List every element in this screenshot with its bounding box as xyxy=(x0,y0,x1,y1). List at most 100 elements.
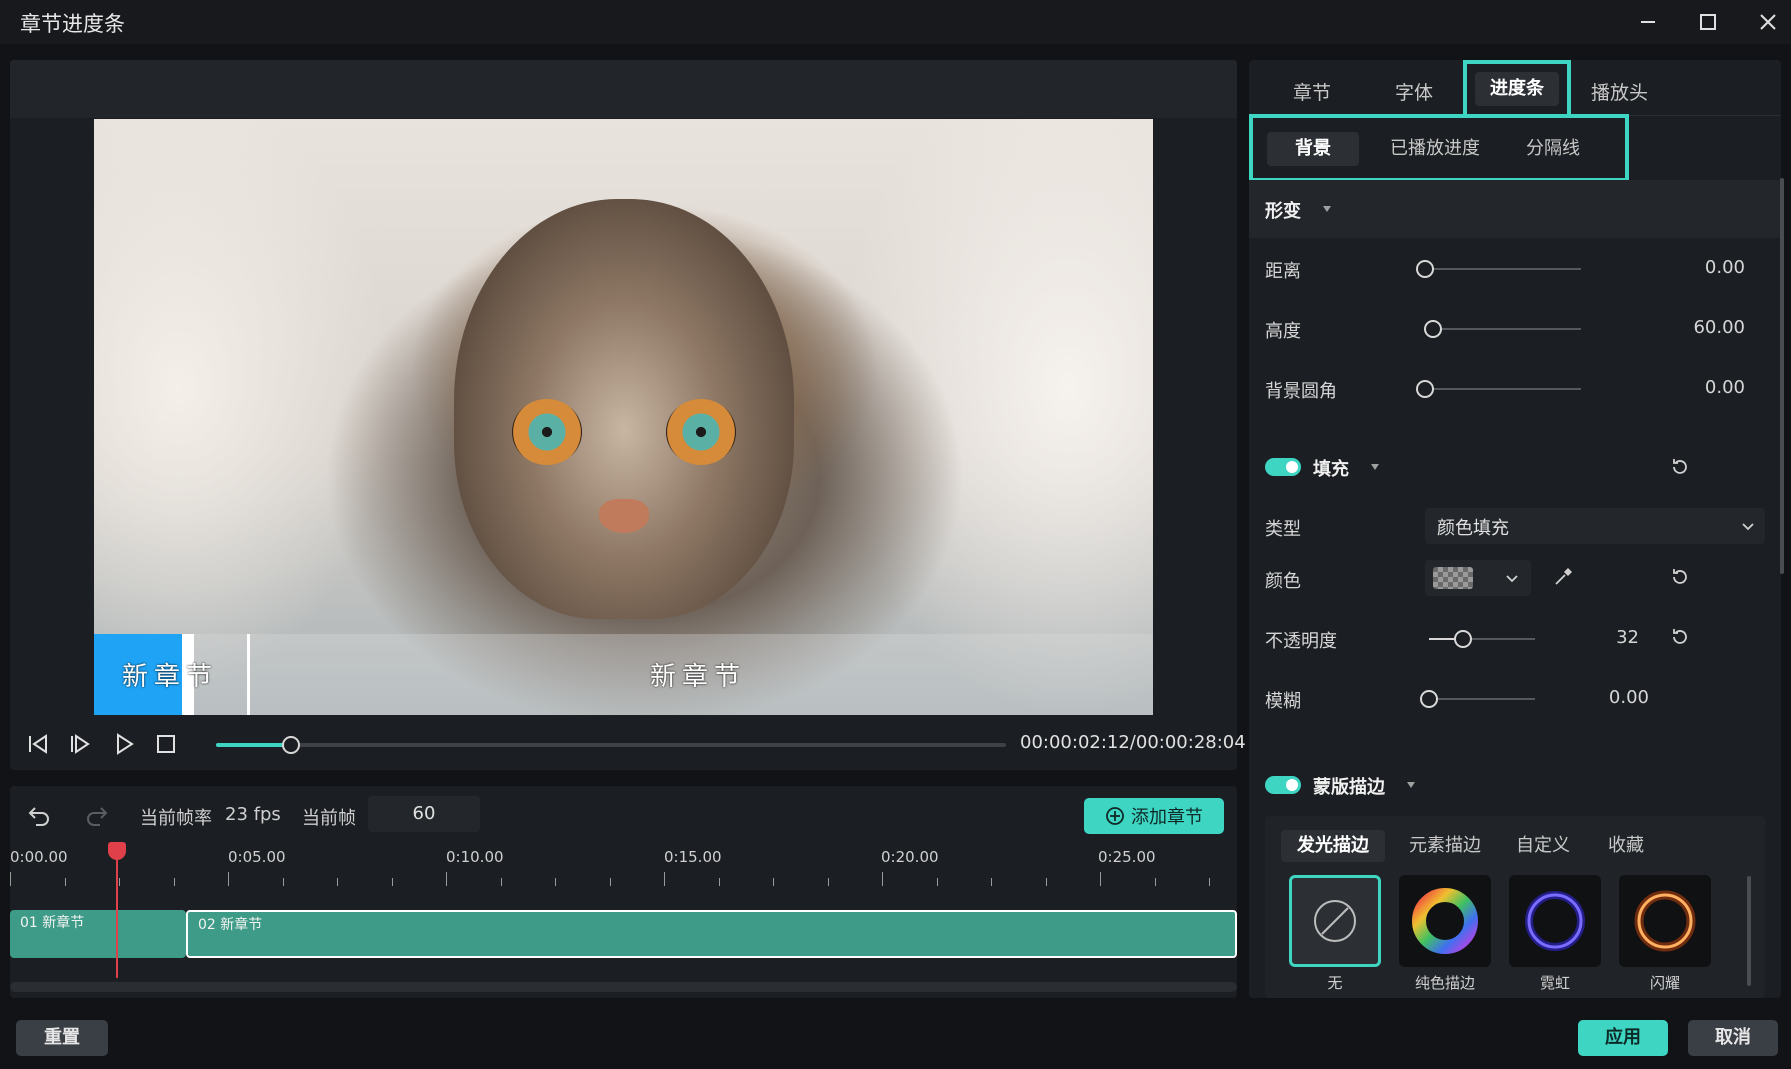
fill-color-picker[interactable] xyxy=(1425,560,1531,596)
ruler-tick xyxy=(228,872,229,886)
sub-tab-played-progress[interactable]: 已播放进度 xyxy=(1379,132,1491,166)
mask-tab-glow-stroke[interactable]: 发光描边 xyxy=(1281,830,1385,862)
mask-tab-favorites[interactable]: 收藏 xyxy=(1591,830,1661,862)
chapter-label: 新章节 xyxy=(650,662,747,692)
preset-none[interactable] xyxy=(1289,875,1381,967)
mask-tab-element-stroke[interactable]: 元素描边 xyxy=(1395,830,1495,862)
tab-progress-bar-label: 进度条 xyxy=(1475,72,1559,106)
maximize-button[interactable] xyxy=(1680,0,1736,44)
preset-neon[interactable] xyxy=(1509,875,1601,967)
tab-chapter[interactable]: 章节 xyxy=(1293,78,1331,105)
fire-ring-icon xyxy=(1634,890,1696,952)
tab-playhead[interactable]: 播放头 xyxy=(1591,78,1648,105)
mask-stroke-toggle[interactable] xyxy=(1265,776,1301,794)
opacity-value[interactable]: 32 xyxy=(1579,627,1639,648)
distance-value[interactable]: 0.00 xyxy=(1645,257,1745,278)
height-value[interactable]: 60.00 xyxy=(1645,317,1745,338)
prev-frame-icon[interactable] xyxy=(24,730,52,758)
ruler-tick xyxy=(337,878,338,886)
ruler-label: 0:20.00 xyxy=(881,848,939,866)
blur-value[interactable]: 0.00 xyxy=(1579,687,1649,708)
close-icon xyxy=(1760,14,1776,30)
none-icon xyxy=(1314,900,1356,942)
fill-type-select[interactable]: 颜色填充 xyxy=(1425,508,1765,544)
preview-topbar xyxy=(10,60,1237,118)
tab-font[interactable]: 字体 xyxy=(1395,78,1433,105)
main-tabs: 章节 字体 进度条 播放头 xyxy=(1249,60,1781,116)
slider-thumb[interactable] xyxy=(1416,260,1434,278)
fill-type-value: 颜色填充 xyxy=(1437,518,1509,539)
ruler-tick xyxy=(64,878,66,886)
blur-slider[interactable] xyxy=(1420,690,1535,708)
slider-thumb[interactable] xyxy=(1423,320,1442,338)
chapter-clip-selected[interactable]: 02 新章节 xyxy=(186,910,1237,958)
stop-icon[interactable] xyxy=(152,730,180,758)
playhead-handle[interactable] xyxy=(108,842,126,860)
playback-progress-fill xyxy=(216,743,292,747)
minimize-button[interactable] xyxy=(1620,0,1676,44)
height-slider[interactable] xyxy=(1423,320,1581,338)
tab-progress-bar[interactable]: 进度条 xyxy=(1463,60,1571,114)
distance-slider[interactable] xyxy=(1416,260,1581,278)
ruler-tick xyxy=(1154,878,1156,886)
apply-button[interactable]: 应用 xyxy=(1578,1020,1668,1056)
next-frame-icon[interactable] xyxy=(66,730,94,758)
ruler-tick xyxy=(446,872,447,886)
frame-rate-value: 23 fps xyxy=(225,804,281,825)
corner-radius-slider[interactable] xyxy=(1416,380,1581,398)
corner-radius-label: 背景圆角 xyxy=(1265,381,1337,402)
sub-tab-separator[interactable]: 分隔线 xyxy=(1503,132,1603,166)
timeline-scrollbar[interactable] xyxy=(10,982,1237,992)
mask-scrollbar[interactable] xyxy=(1747,876,1751,986)
slider-thumb[interactable] xyxy=(1453,630,1472,648)
video-preview[interactable]: 新章节 新章节 xyxy=(94,119,1153,715)
undo-icon[interactable] xyxy=(26,802,52,828)
frame-rate-label: 当前帧率 xyxy=(140,808,212,829)
play-icon[interactable] xyxy=(110,730,138,758)
chapter-clip-label: 02 新章节 xyxy=(198,917,263,933)
add-chapter-label: 添加章节 xyxy=(1131,807,1203,828)
caret-down-icon[interactable] xyxy=(1371,464,1379,470)
sub-tab-background[interactable]: 背景 xyxy=(1267,132,1359,166)
current-frame-label: 当前帧 xyxy=(302,808,356,829)
opacity-slider[interactable] xyxy=(1429,630,1535,648)
close-button[interactable] xyxy=(1740,0,1791,44)
preset-label: 霓虹 xyxy=(1539,974,1570,992)
chapter-clip[interactable]: 01 新章节 xyxy=(10,910,186,958)
slider-thumb[interactable] xyxy=(1416,380,1434,398)
ruler-tick xyxy=(936,878,938,886)
playback-progress-thumb[interactable] xyxy=(282,736,301,754)
playback-controls: 00:00:02:12/00:00:28:04 xyxy=(10,718,1246,770)
preset-label: 无 xyxy=(1327,974,1343,992)
playback-progress-slider[interactable] xyxy=(216,736,1006,754)
height-label: 高度 xyxy=(1265,321,1301,342)
reset-button[interactable]: 重置 xyxy=(16,1020,108,1056)
transform-section-header[interactable]: 形变 xyxy=(1249,180,1781,238)
reset-icon[interactable] xyxy=(1669,626,1691,648)
cancel-button[interactable]: 取消 xyxy=(1688,1020,1778,1056)
redo-icon[interactable] xyxy=(84,802,110,828)
slider-thumb[interactable] xyxy=(1420,690,1438,708)
timeline-ruler[interactable]: 0:00.00 0:05.00 0:10.00 0:15.00 0:20.00 … xyxy=(10,842,1237,892)
mask-stroke-panel: 发光描边 元素描边 自定义 收藏 无 纯色描边 霓虹 闪耀 xyxy=(1265,816,1765,998)
properties-scrollbar[interactable] xyxy=(1780,178,1784,574)
mask-tab-custom[interactable]: 自定义 xyxy=(1503,830,1583,862)
reset-icon[interactable] xyxy=(1669,566,1691,588)
ruler-label: 0:25.00 xyxy=(1098,848,1156,866)
sub-tabs: 背景 已播放进度 分隔线 xyxy=(1249,114,1629,182)
preset-solid-stroke[interactable] xyxy=(1399,875,1491,967)
add-chapter-button[interactable]: 添加章节 xyxy=(1084,798,1224,834)
ruler-label: 0:10.00 xyxy=(446,848,504,866)
ruler-tick xyxy=(1100,872,1101,886)
current-frame-input[interactable]: 60 xyxy=(368,796,480,832)
ruler-tick xyxy=(882,872,883,886)
eyedropper-icon[interactable] xyxy=(1552,566,1574,588)
ruler-tick xyxy=(391,878,393,886)
timecode: 00:00:02:12/00:00:28:04 xyxy=(1020,732,1246,753)
corner-radius-value[interactable]: 0.00 xyxy=(1645,377,1745,398)
preset-sparkle[interactable] xyxy=(1619,875,1711,967)
reset-icon[interactable] xyxy=(1669,456,1691,478)
caret-down-icon[interactable] xyxy=(1407,782,1415,788)
mask-stroke-title: 蒙版描边 xyxy=(1313,777,1385,798)
fill-toggle[interactable] xyxy=(1265,458,1301,476)
